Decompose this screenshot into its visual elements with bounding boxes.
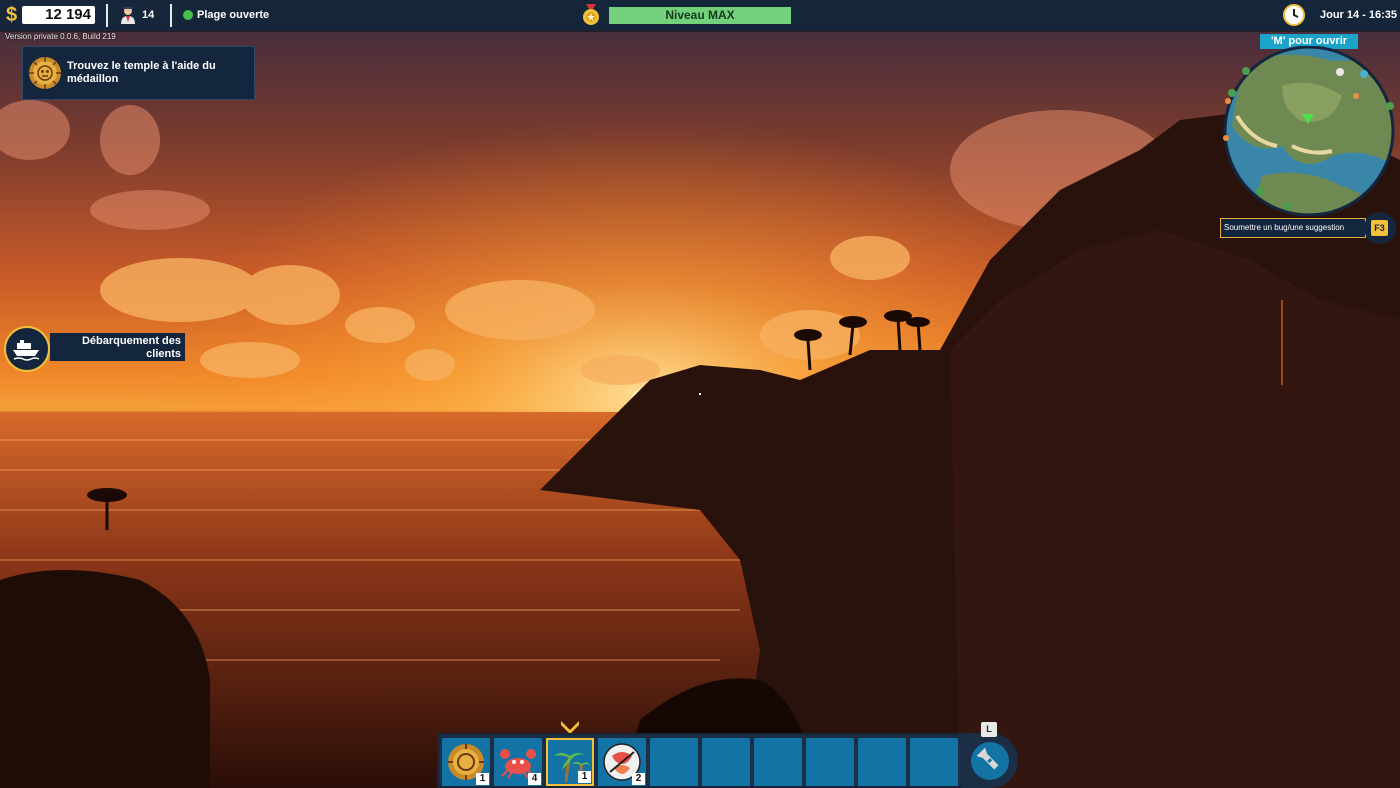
hotbar-slot[interactable]: 1 <box>442 738 490 786</box>
boat-icon <box>4 326 50 372</box>
flashlight-icon <box>976 747 999 770</box>
hotbar-slot[interactable]: 4 <box>494 738 542 786</box>
slot-count: 4 <box>528 773 541 785</box>
hotbar-slot-empty[interactable] <box>650 738 698 786</box>
hotbar: 1 4 1 2 <box>437 733 964 788</box>
divider <box>106 4 108 27</box>
bug-report-key[interactable]: F3 <box>1364 212 1396 244</box>
level-bar: Niveau MAX <box>609 7 791 24</box>
dollar-icon: $ <box>6 4 18 26</box>
money-counter: 12 194 <box>22 6 95 24</box>
hotbar-slot-selected[interactable]: 1 <box>546 738 594 786</box>
tool-key-label: L <box>981 722 997 737</box>
medallion-icon <box>29 57 61 89</box>
day-time: Jour 14 - 16:35 <box>1320 9 1398 21</box>
hotbar-slot-empty[interactable] <box>806 738 854 786</box>
divider <box>170 4 172 27</box>
slot-count: 1 <box>578 771 591 783</box>
flashlight-button[interactable] <box>971 742 1009 780</box>
status-indicator-icon <box>183 10 193 20</box>
hotbar-slot-empty[interactable] <box>702 738 750 786</box>
key-f3-label: F3 <box>1371 220 1388 236</box>
version-label: Version private 0.0.6, Build 219 <box>5 32 116 41</box>
hotbar-slot-empty[interactable] <box>910 738 958 786</box>
top-hud-bar: $ 12 194 14 Plage ouverte Niveau MAX Jou… <box>0 0 1400 31</box>
minimap[interactable] <box>1222 46 1396 216</box>
bug-report-button[interactable]: Soumettre un bug/une suggestion <box>1220 218 1366 238</box>
event-notification[interactable]: Débarquement des clients <box>50 333 185 361</box>
hotbar-slot-empty[interactable] <box>858 738 906 786</box>
quest-text: Trouvez le temple à l'aide du médaillon <box>67 60 216 85</box>
quest-panel[interactable]: Trouvez le temple à l'aide du médaillon <box>22 46 255 100</box>
clock-icon <box>1283 4 1305 26</box>
beach-status[interactable]: Plage ouverte <box>197 9 269 21</box>
hotbar-slot-empty[interactable] <box>754 738 802 786</box>
hotbar-slot[interactable]: 2 <box>598 738 646 786</box>
slot-count: 2 <box>632 773 645 785</box>
slot-count: 1 <box>476 773 489 785</box>
tool-slot[interactable] <box>962 733 1018 788</box>
staff-icon <box>121 7 135 24</box>
crosshair <box>699 393 701 395</box>
medal-icon <box>583 4 599 25</box>
staff-count: 14 <box>142 9 155 21</box>
